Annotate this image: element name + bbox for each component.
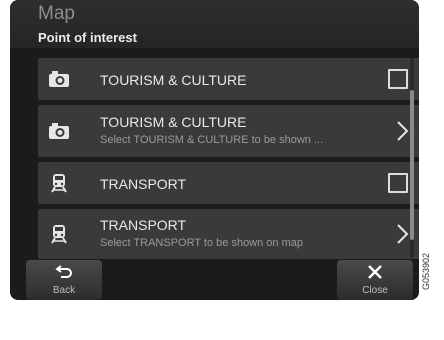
- tourism-checkbox[interactable]: [388, 69, 408, 89]
- list-item-sublabel: Select TOURISM & CULTURE to be shown ...: [100, 134, 324, 146]
- reference-code-wrap: G053902: [421, 253, 435, 340]
- screen: Map Point of interest TOURISM & CULTURE: [10, 0, 419, 300]
- camera-icon: [46, 69, 72, 89]
- transport-checkbox[interactable]: [388, 173, 408, 193]
- list-item-label: TRANSPORT: [100, 176, 187, 192]
- close-icon: [337, 264, 413, 285]
- back-label: Back: [52, 285, 76, 296]
- poi-list: TOURISM & CULTURE TOURISM & CULTURE Sele…: [38, 58, 419, 259]
- list-item-transport-submenu[interactable]: TRANSPORT Select TRANSPORT to be shown o…: [38, 209, 419, 259]
- list-item-transport-checkbox[interactable]: TRANSPORT: [38, 162, 419, 204]
- app-title: Map: [38, 3, 75, 24]
- chevron-right-icon[interactable]: [393, 223, 411, 245]
- header: Map Point of interest: [10, 0, 419, 48]
- page-title: Point of interest: [38, 30, 137, 45]
- chevron-right-icon[interactable]: [393, 120, 411, 142]
- back-arrow-icon: [26, 264, 102, 283]
- scrollbar-thumb[interactable]: [410, 90, 414, 240]
- list-item-label: TOURISM & CULTURE: [100, 72, 247, 88]
- train-icon: [46, 224, 72, 244]
- list-item-sublabel: Select TRANSPORT to be shown on map: [100, 237, 303, 249]
- back-button[interactable]: Back: [26, 260, 102, 300]
- list-item-label: TOURISM & CULTURE: [100, 114, 247, 130]
- reference-code: G053902: [421, 252, 431, 290]
- list-item-tourism-submenu[interactable]: TOURISM & CULTURE Select TOURISM & CULTU…: [38, 105, 419, 157]
- close-button[interactable]: Close: [337, 260, 413, 300]
- close-label: Close: [362, 285, 388, 296]
- camera-icon: [46, 121, 72, 141]
- scrollbar[interactable]: [410, 58, 414, 258]
- list-item-label: TRANSPORT: [100, 217, 187, 233]
- train-icon: [46, 173, 72, 193]
- list-item-tourism-checkbox[interactable]: TOURISM & CULTURE: [38, 58, 419, 100]
- footer: Back Close: [10, 258, 419, 300]
